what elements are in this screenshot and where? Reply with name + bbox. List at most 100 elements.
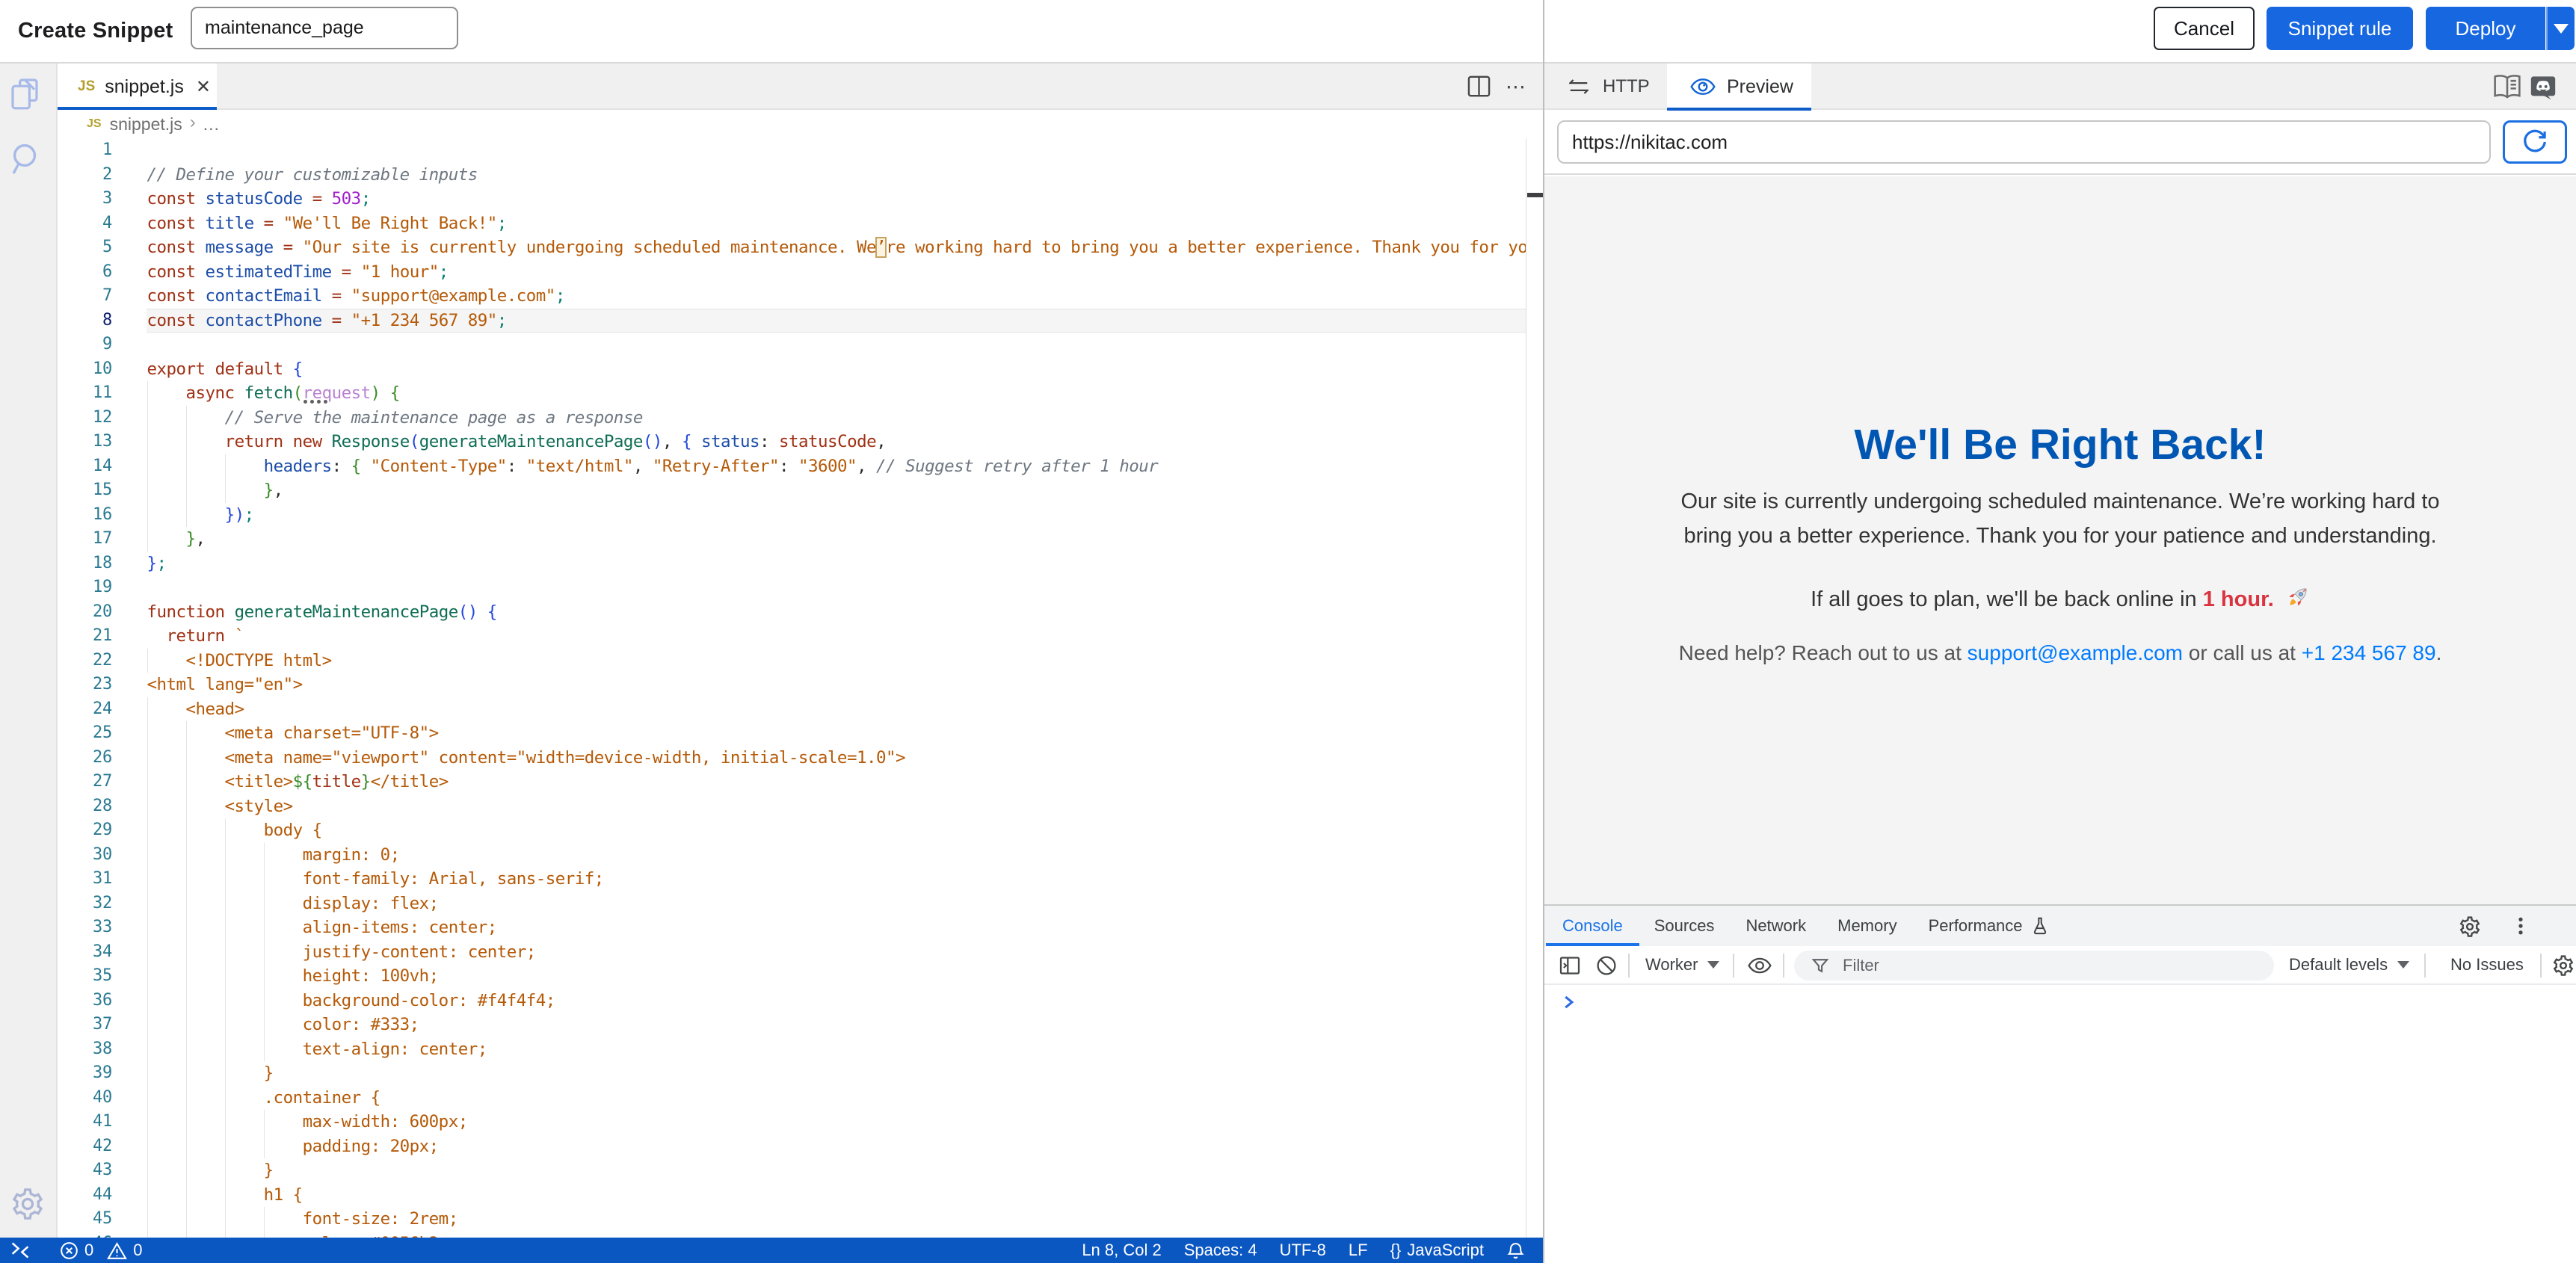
editor-tab-strip: [58, 64, 1543, 110]
error-count: 0: [84, 1241, 93, 1260]
indentation[interactable]: Spaces: 4: [1184, 1241, 1257, 1260]
console-output[interactable]: [1544, 985, 2576, 1263]
line-number: 3: [58, 187, 112, 211]
tab-preview[interactable]: Preview: [1667, 64, 1811, 110]
code-line: <html lang="en">: [147, 673, 303, 697]
worker-label: Worker: [1645, 955, 1698, 975]
preview-tabs: HTTP Preview: [1544, 64, 2576, 110]
tab-label: snippet.js: [105, 76, 184, 98]
code-line: padding: 20px;: [147, 1134, 439, 1159]
log-levels-select[interactable]: Default levels: [2289, 946, 2409, 983]
line-number: 30: [58, 843, 112, 868]
contact-prefix: Need help? Reach out to us at: [1679, 641, 1968, 664]
toolbar-separator: [1783, 954, 1784, 978]
code-editor[interactable]: 12// Define your customizable inputs3con…: [58, 138, 1543, 1238]
line-number: 25: [58, 721, 112, 746]
tab-http[interactable]: HTTP: [1544, 64, 1677, 110]
warning-icon: [107, 1241, 127, 1260]
devtools-kebab-menu-icon[interactable]: [2509, 915, 2532, 937]
eol[interactable]: LF: [1349, 1241, 1368, 1260]
line-number: 27: [58, 770, 112, 794]
tab-snippet-js[interactable]: JS snippet.js ✕: [58, 64, 217, 110]
discord-icon[interactable]: [2530, 75, 2557, 100]
contact-email-link[interactable]: support@example.com: [1968, 641, 2183, 664]
console-filter-input[interactable]: Filter: [1794, 951, 2274, 981]
issues-counter[interactable]: No Issues: [2450, 946, 2524, 983]
code-line: text-align: center;: [147, 1037, 487, 1062]
chevron-down-icon: [2397, 961, 2409, 969]
code-line: };: [147, 552, 167, 576]
worker-context-select[interactable]: Worker: [1645, 946, 1719, 983]
preview-message-line1: Our site is currently undergoing schedul…: [1544, 484, 2576, 519]
breadcrumb[interactable]: JS snippet.js › ...: [58, 110, 1543, 138]
contact-mid: or call us at: [2183, 641, 2302, 664]
clear-console-icon[interactable]: [1595, 954, 1618, 977]
deploy-dropdown-button[interactable]: [2546, 7, 2575, 50]
line-number: 1: [58, 138, 112, 163]
devtools-tab-label: Sources: [1654, 916, 1715, 936]
language-label: JavaScript: [1407, 1241, 1484, 1260]
line-number: 43: [58, 1158, 112, 1183]
devtools-tab-console[interactable]: Console: [1562, 906, 1639, 946]
create-snippet-page: Create Snippet Cancel Snippet rule Deplo…: [0, 0, 2576, 1263]
problems-warnings[interactable]: 0: [107, 1241, 142, 1260]
code-line: const estimatedTime = "1 hour";: [147, 260, 449, 285]
editor-more-actions-icon[interactable]: ⋯: [1495, 65, 1537, 108]
cancel-label: Cancel: [2174, 17, 2234, 40]
code-line: background-color: #f4f4f4;: [147, 989, 555, 1013]
chevron-down-icon: [1707, 961, 1719, 969]
problems-errors[interactable]: 0: [60, 1241, 93, 1260]
contact-phone-link[interactable]: +1 234 567 89: [2302, 641, 2436, 664]
overview-ruler[interactable]: [1526, 138, 1543, 1238]
preview-message: Our site is currently undergoing schedul…: [1544, 484, 2576, 553]
code-line: // Serve the maintenance page as a respo…: [147, 406, 643, 430]
snippet-name-input[interactable]: [191, 7, 458, 49]
docs-book-icon[interactable]: [2492, 73, 2522, 100]
live-expression-eye-icon[interactable]: [1748, 957, 1772, 975]
deploy-button[interactable]: Deploy: [2426, 7, 2545, 50]
rocket-icon: [2284, 585, 2310, 611]
filter-placeholder: Filter: [1843, 956, 1879, 975]
devtools-tab-network[interactable]: Network: [1730, 906, 1822, 946]
line-number: 20: [58, 600, 112, 625]
devtools-tab-performance[interactable]: Performance: [1913, 906, 2065, 946]
code-line: justify-content: center;: [147, 940, 536, 965]
language-mode[interactable]: {} JavaScript: [1390, 1241, 1484, 1260]
console-sidebar-icon[interactable]: [1559, 954, 1581, 977]
braces-icon: {}: [1390, 1241, 1402, 1260]
line-number: 33: [58, 915, 112, 940]
cancel-button[interactable]: Cancel: [2154, 7, 2255, 50]
devtools-tab-memory[interactable]: Memory: [1822, 906, 1912, 946]
devtools-settings-gear-icon[interactable]: [2459, 915, 2481, 938]
tab-close-icon[interactable]: ✕: [196, 76, 211, 98]
line-number: 22: [58, 649, 112, 673]
preview-url-input[interactable]: [1557, 120, 2491, 164]
code-line: const contactEmail = "support@example.co…: [147, 284, 565, 309]
code-line: h1 {: [147, 1183, 303, 1208]
devtools-toolbar: Worker Filter Default levels No Issues: [1544, 946, 2576, 985]
refresh-icon: [2521, 128, 2549, 156]
preview-heading: We'll Be Right Back!: [1544, 420, 2576, 469]
devtools-tab-label: Performance: [1929, 916, 2023, 936]
toolbar-separator: [1733, 954, 1734, 978]
contact-suffix: .: [2436, 641, 2442, 664]
console-settings-gear-icon[interactable]: [2552, 954, 2575, 977]
code-line: max-width: 600px;: [147, 1110, 468, 1134]
encoding[interactable]: UTF-8: [1280, 1241, 1326, 1260]
split-editor-icon[interactable]: [1467, 75, 1491, 97]
refresh-button[interactable]: [2503, 120, 2567, 164]
status-bar-right: Ln 8, Col 2 Spaces: 4 UTF-8 LF {} JavaScr…: [1082, 1241, 1543, 1260]
remote-indicator-icon[interactable]: [0, 1241, 39, 1259]
line-number: 38: [58, 1037, 112, 1062]
files-icon[interactable]: [10, 78, 40, 111]
code-line: <head>: [147, 697, 244, 722]
notifications-bell-icon[interactable]: [1506, 1241, 1525, 1260]
snippet-rule-button[interactable]: Snippet rule: [2267, 7, 2413, 50]
search-icon[interactable]: [10, 142, 42, 176]
settings-gear-icon[interactable]: [10, 1187, 45, 1221]
preview-contact: Need help? Reach out to us at support@ex…: [1544, 641, 2576, 665]
devtools-tab-sources[interactable]: Sources: [1639, 906, 1731, 946]
code-line: const contactPhone = "+1 234 567 89";: [147, 309, 507, 333]
line-number: 15: [58, 478, 112, 503]
cursor-position[interactable]: Ln 8, Col 2: [1082, 1241, 1161, 1260]
